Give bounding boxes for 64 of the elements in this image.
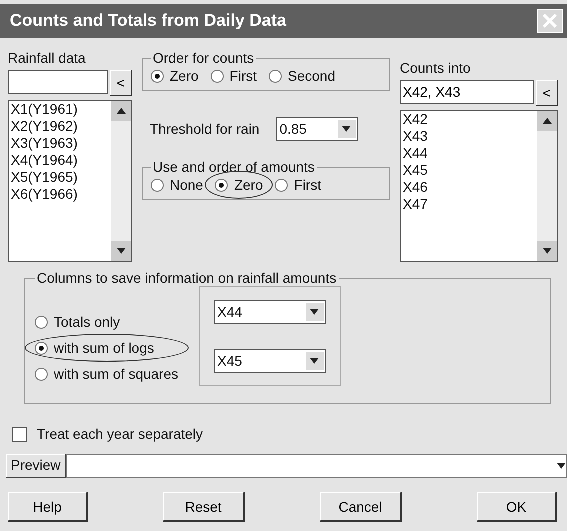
list-item[interactable]: X1(Y1961) xyxy=(11,101,111,118)
field-label: Rainfall data xyxy=(8,50,87,66)
field-label: Counts into xyxy=(400,59,472,76)
dialog-button[interactable]: Reset xyxy=(163,492,245,522)
scroll-up-icon xyxy=(542,118,552,124)
add-button[interactable]: < xyxy=(110,70,132,96)
list-item[interactable]: X47 xyxy=(403,196,537,213)
group-label: Columns to save information on rainfall amounts xyxy=(36,270,338,286)
radio-option[interactable]: with sum of logs xyxy=(25,334,188,362)
radio-button[interactable] xyxy=(215,178,228,192)
radio-option[interactable]: Zero xyxy=(151,68,199,84)
list-box[interactable]: X1(Y1961) X2(Y1962) X3(Y1963) X4(Y1964) X5(Y1965) X6(Y1966) xyxy=(8,100,132,262)
radio-option[interactable]: Zero xyxy=(205,171,274,199)
field-label: Threshold for rain xyxy=(150,121,260,137)
dropdown-field[interactable]: 0.85 xyxy=(276,117,358,141)
radio-option[interactable]: First xyxy=(210,68,258,84)
scroll-down-icon xyxy=(542,248,552,254)
radio-option[interactable]: Totals only xyxy=(35,314,178,330)
radio-button[interactable] xyxy=(35,342,48,354)
radio-button[interactable] xyxy=(151,178,164,192)
list-item[interactable]: X46 xyxy=(403,179,537,196)
list-item[interactable]: X2(Y1962) xyxy=(11,118,111,135)
list-box[interactable]: X42 X43 X44 X45 X46 X47 xyxy=(400,110,558,262)
radio-option[interactable]: None xyxy=(151,177,204,193)
preview-field[interactable] xyxy=(66,454,567,478)
close-icon xyxy=(543,14,557,28)
checkbox-label: Treat each year separately xyxy=(37,426,204,442)
checkbox[interactable] xyxy=(12,426,27,442)
dropdown-field[interactable]: X44 xyxy=(214,300,326,324)
radio-button[interactable] xyxy=(275,178,288,192)
dialog-button[interactable]: Cancel xyxy=(320,492,402,522)
radio-option[interactable]: with sum of squares xyxy=(35,366,178,382)
list-item[interactable]: X3(Y1963) xyxy=(11,135,111,152)
list-item[interactable]: X5(Y1965) xyxy=(11,169,111,186)
dropdown-arrow-icon xyxy=(557,463,566,469)
scroll-bar[interactable] xyxy=(111,101,131,261)
window-title: Counts and Totals from Daily Data xyxy=(10,11,286,31)
add-button[interactable]: < xyxy=(536,80,558,106)
group-label: Order for counts xyxy=(152,50,256,66)
dropdown-arrow-icon xyxy=(310,358,319,364)
list-item[interactable]: X45 xyxy=(403,162,537,179)
radio-option[interactable]: Second xyxy=(269,68,336,84)
dialog-button[interactable]: OK xyxy=(477,492,557,522)
list-item[interactable]: X4(Y1964) xyxy=(11,152,111,169)
list-item[interactable]: X44 xyxy=(403,145,537,162)
list-item[interactable]: X42 xyxy=(403,111,537,128)
scroll-down-icon xyxy=(116,248,126,254)
input-field[interactable] xyxy=(8,70,108,94)
dropdown-field[interactable]: X45 xyxy=(214,348,326,372)
scroll-up-icon xyxy=(116,108,126,114)
list-item[interactable]: X43 xyxy=(403,128,537,145)
radio-button[interactable] xyxy=(210,70,224,82)
dropdown-arrow-icon xyxy=(342,126,352,132)
list-item[interactable]: X6(Y1966) xyxy=(11,186,111,203)
radio-button[interactable] xyxy=(151,70,164,82)
preview-label: Preview xyxy=(6,454,66,478)
radio-button[interactable] xyxy=(35,368,48,380)
radio-button[interactable] xyxy=(35,316,48,328)
scroll-bar[interactable] xyxy=(537,111,557,261)
dialog-button[interactable]: Help xyxy=(8,492,88,522)
input-field[interactable]: X42, X43 xyxy=(400,80,534,104)
radio-option[interactable]: First xyxy=(275,177,322,193)
radio-button[interactable] xyxy=(269,70,282,82)
dropdown-arrow-icon xyxy=(310,308,319,314)
